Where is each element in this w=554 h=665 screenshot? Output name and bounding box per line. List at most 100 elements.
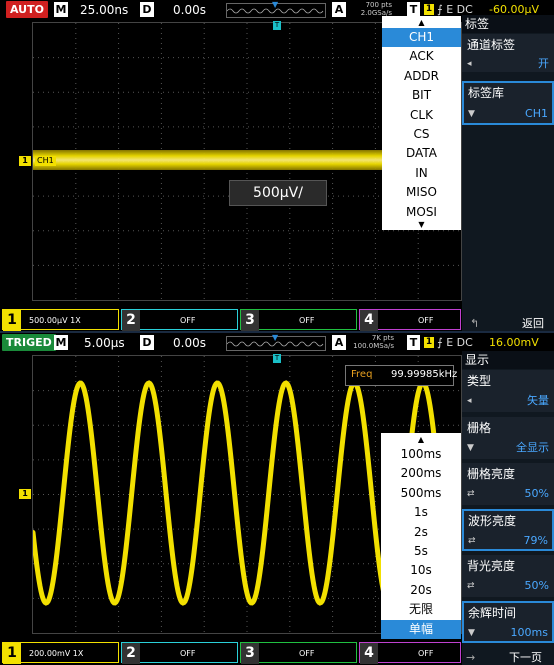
- dropdown-option[interactable]: 5s: [381, 542, 461, 561]
- timebase-value[interactable]: 25.00ns: [80, 2, 128, 18]
- delay-d-label: D: [140, 2, 154, 17]
- trigger-source-badge: 1: [424, 4, 434, 15]
- dropdown-option[interactable]: 无限: [381, 600, 461, 619]
- scroll-up-icon[interactable]: ▲: [382, 18, 461, 28]
- delay-d-label: D: [140, 335, 154, 350]
- menu-item-label: 栅格亮度: [467, 467, 516, 481]
- label-library-select[interactable]: 标签库 ▼ CH1: [462, 81, 554, 125]
- dropdown-option[interactable]: MISO: [382, 183, 461, 202]
- dropdown-option[interactable]: 10s: [381, 561, 461, 580]
- back-label: 返回: [522, 317, 544, 330]
- ch1-scale-text: 200.00mV 1X: [29, 649, 84, 658]
- dropdown-option[interactable]: 1s: [381, 503, 461, 522]
- points-count: 7K pts: [371, 334, 394, 342]
- ch4-scale-text: OFF: [418, 649, 434, 658]
- menu-item-value: 矢量: [527, 394, 549, 407]
- ch1-status[interactable]: 1 200.00mV 1X: [2, 642, 119, 664]
- dropdown-option[interactable]: 单幅: [381, 619, 461, 639]
- menu-item[interactable]: 栅格亮度 ⇄ 50%: [462, 463, 554, 505]
- menu-item[interactable]: 类型 ◂ 矢量: [462, 370, 554, 412]
- delay-value[interactable]: 0.00s: [173, 335, 206, 351]
- menu-item-label: 标签库: [468, 86, 505, 100]
- dropdown-option[interactable]: 20s: [381, 581, 461, 600]
- trigger-source-badge: 1: [424, 337, 434, 348]
- back-button[interactable]: ↰ 返回: [462, 317, 554, 331]
- menu-item[interactable]: 波形亮度 ⇄ 79%: [462, 509, 554, 551]
- menu-item-value: 全显示: [516, 441, 549, 454]
- ch1-level-marker[interactable]: 1: [19, 156, 31, 166]
- dropdown-option[interactable]: DATA: [382, 144, 461, 163]
- delay-value[interactable]: 0.00s: [173, 2, 206, 18]
- menu-item-label: 背光亮度: [467, 559, 516, 573]
- timebase-value[interactable]: 5.00μs: [84, 335, 125, 351]
- persistence-dropdown[interactable]: ▲ 100ms 200ms 500ms 1s 2s 5s 10s 20s 无限 单幅: [381, 433, 461, 639]
- dropdown-option[interactable]: BIT: [382, 86, 461, 105]
- trigger-t-label: T: [407, 2, 420, 17]
- dropdown-option[interactable]: ADDR: [382, 67, 461, 86]
- arrow-right-icon: →: [466, 651, 476, 664]
- points-count: 700 pts: [365, 1, 392, 9]
- run-status-badge[interactable]: AUTO: [6, 1, 48, 18]
- dropdown-option[interactable]: CS: [382, 125, 461, 144]
- ch2-scale-text: OFF: [180, 649, 196, 658]
- oscilloscope-screen-bottom: TRIGED M 5.00μs D 0.00s ▼ A 7K pts 100.0…: [0, 333, 554, 665]
- ch4-number: 4: [360, 310, 378, 331]
- label-library-dropdown[interactable]: ▲ CH1 ACK ADDR BIT CLK CS DATA IN MISO MOSI ▼: [382, 16, 461, 230]
- menu-item-value: CH1: [525, 107, 548, 120]
- ch2-status[interactable]: 2 OFF: [121, 642, 238, 664]
- oscilloscope-screen-top: AUTO M 25.00ns D 0.00s ▼ A 700 pts 2.0GS…: [0, 0, 554, 332]
- menu-item-label: 波形亮度: [468, 514, 517, 528]
- menu-item[interactable]: 背光亮度 ⇄ 50%: [462, 555, 554, 597]
- menu-item-label: 余辉时间: [468, 606, 517, 620]
- sample-info: 7K pts 100.0MSa/s: [352, 334, 394, 350]
- menu-item-value: 开: [538, 57, 549, 70]
- dropdown-option[interactable]: 100ms: [381, 445, 461, 464]
- ch1-number: 1: [3, 643, 21, 664]
- dropdown-option[interactable]: 500ms: [381, 484, 461, 503]
- menu-item-value: 50%: [524, 487, 549, 500]
- timebase-m-label: M: [54, 335, 68, 350]
- ch1-label-tag: CH1: [35, 156, 56, 166]
- run-status-badge[interactable]: TRIGED: [2, 334, 56, 351]
- dropdown-option[interactable]: MOSI: [382, 203, 461, 222]
- dropdown-option[interactable]: 200ms: [381, 464, 461, 483]
- sample-rate: 100.0MSa/s: [353, 342, 394, 350]
- trigger-level[interactable]: 16.00mV: [489, 335, 539, 351]
- dropdown-option[interactable]: ACK: [382, 47, 461, 66]
- ch4-status[interactable]: 4 OFF: [359, 309, 461, 331]
- trigger-position-icon: ▼: [272, 333, 279, 342]
- ch3-scale-text: OFF: [299, 316, 315, 325]
- menu-item[interactable]: 栅格 ▼ 全显示: [462, 417, 554, 459]
- ch3-status[interactable]: 3 OFF: [240, 309, 357, 331]
- ch4-number: 4: [360, 643, 378, 664]
- dropdown-option[interactable]: CLK: [382, 106, 461, 125]
- ch1-level-marker[interactable]: 1: [19, 489, 31, 499]
- back-icon: ↰: [470, 317, 480, 330]
- trigger-edge-coupling[interactable]: ⨍ E DC: [437, 335, 473, 351]
- channel-label-toggle[interactable]: 通道标签 ◂ 开: [462, 34, 554, 72]
- ch3-status[interactable]: 3 OFF: [240, 642, 357, 664]
- acquire-a-label: A: [332, 335, 346, 350]
- ch1-status[interactable]: 1 500.00μV 1X: [2, 309, 119, 331]
- menu-item[interactable]: 余辉时间 ▼ 100ms: [462, 601, 554, 643]
- freq-value: 99.99985kHz: [391, 369, 458, 380]
- ch4-status[interactable]: 4 OFF: [359, 642, 461, 664]
- scroll-up-icon[interactable]: ▲: [381, 435, 461, 445]
- ch2-scale-text: OFF: [180, 316, 196, 325]
- next-page-button[interactable]: → 下一页: [462, 651, 554, 665]
- menu-item-label: 通道标签: [467, 38, 516, 52]
- trigger-time-marker[interactable]: T: [273, 21, 281, 30]
- scroll-down-icon[interactable]: ▼: [382, 220, 461, 230]
- menu-item-label: 类型: [467, 374, 492, 388]
- knob-adjust-icon: ⇄: [467, 581, 475, 591]
- ch3-number: 3: [241, 643, 259, 664]
- display-menu: 显示 类型 ◂ 矢量 栅格 ▼ 全显示 栅格亮度 ⇄ 50% 波形亮度 ⇄ 79% 背光亮度 ⇄ 50% 余辉…: [462, 351, 554, 651]
- dropdown-option[interactable]: IN: [382, 164, 461, 183]
- frequency-readout: Freq 99.99985kHz: [345, 365, 458, 386]
- ch4-scale-text: OFF: [418, 316, 434, 325]
- dropdown-option[interactable]: 2s: [381, 523, 461, 542]
- ch2-status[interactable]: 2 OFF: [121, 309, 238, 331]
- knob-adjust-icon: ⇄: [468, 536, 476, 546]
- dropdown-option[interactable]: CH1: [382, 28, 461, 47]
- chevron-down-icon: ▼: [467, 443, 474, 453]
